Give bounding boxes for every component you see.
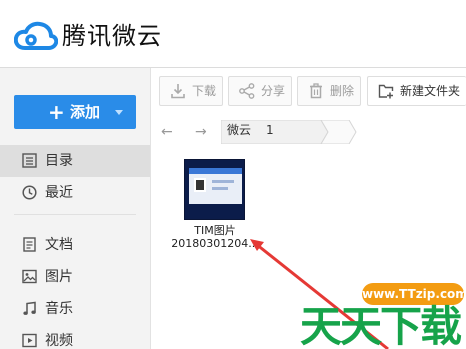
thumbnail-text-line: [212, 180, 234, 183]
video-icon: [22, 333, 37, 348]
sidebar-item-directory[interactable]: 目录: [0, 145, 150, 177]
file-name[interactable]: TIM图片 20180301204...: [155, 224, 275, 250]
app-window: 腾讯微云 + 添加 目录 最近 文档 图片 音乐 视频 下载 分享 删除 新建文…: [0, 0, 466, 349]
download-button[interactable]: 下载: [159, 76, 223, 106]
caret-down-icon[interactable]: [115, 110, 123, 115]
download-label: 下载: [192, 84, 217, 98]
file-name-line: TIM图片: [194, 224, 236, 237]
share-button[interactable]: 分享: [228, 76, 292, 106]
share-label: 分享: [261, 84, 286, 98]
sidebar-item-documents[interactable]: 文档: [0, 229, 150, 261]
watermark-text: 天天下载: [300, 302, 462, 349]
sidebar-item-images[interactable]: 图片: [0, 261, 150, 293]
sidebar: + 添加 目录 最近 文档 图片 音乐 视频: [0, 68, 151, 349]
clock-icon: [22, 185, 37, 200]
add-button-label: 添加: [70, 103, 101, 121]
sidebar-item-music[interactable]: 音乐: [0, 293, 150, 325]
music-icon: [23, 301, 36, 315]
sidebar-item-label: 目录: [45, 153, 73, 169]
forward-arrow-icon[interactable]: →: [195, 124, 207, 140]
delete-label: 删除: [330, 84, 355, 98]
breadcrumb-item-folder[interactable]: 1: [266, 118, 274, 142]
thumbnail-text-line: [212, 187, 228, 190]
file-name-line: 20180301204...: [171, 237, 259, 250]
breadcrumb-bar: [221, 120, 357, 144]
document-icon: [23, 237, 36, 252]
delete-button[interactable]: 删除: [297, 76, 361, 106]
sidebar-item-label: 音乐: [45, 301, 73, 317]
app-title: 腾讯微云: [62, 22, 162, 50]
trash-icon: [310, 83, 322, 99]
new-folder-label: 新建文件夹: [400, 84, 461, 98]
sidebar-item-recent[interactable]: 最近: [0, 177, 150, 209]
sidebar-item-label: 图片: [45, 269, 73, 285]
add-button[interactable]: + 添加: [14, 95, 136, 129]
share-icon: [239, 83, 255, 99]
header: 腾讯微云: [0, 0, 466, 68]
image-file-thumbnail[interactable]: [184, 159, 245, 220]
download-icon: [171, 84, 185, 99]
breadcrumb: ← → 微云 1: [151, 118, 466, 146]
toolbar: 下载 分享 删除 新建文件夹: [151, 68, 466, 116]
breadcrumb-item-weiyun[interactable]: 微云: [227, 118, 251, 142]
back-arrow-icon[interactable]: ←: [161, 124, 173, 140]
new-folder-button[interactable]: 新建文件夹: [367, 76, 466, 106]
list-icon: [22, 153, 37, 168]
sidebar-divider: [14, 214, 136, 215]
qr-code-icon: [194, 178, 206, 192]
sidebar-item-label: 最近: [45, 185, 73, 201]
sidebar-item-videos[interactable]: 视频: [0, 325, 150, 349]
plus-icon: +: [48, 100, 65, 124]
image-icon: [22, 269, 37, 284]
sidebar-item-label: 视频: [45, 333, 73, 349]
sidebar-item-label: 文档: [45, 237, 73, 253]
thumbnail-titlebar: [189, 168, 242, 174]
new-folder-icon: [378, 84, 394, 99]
weiyun-cloud-logo-icon[interactable]: [14, 21, 58, 51]
